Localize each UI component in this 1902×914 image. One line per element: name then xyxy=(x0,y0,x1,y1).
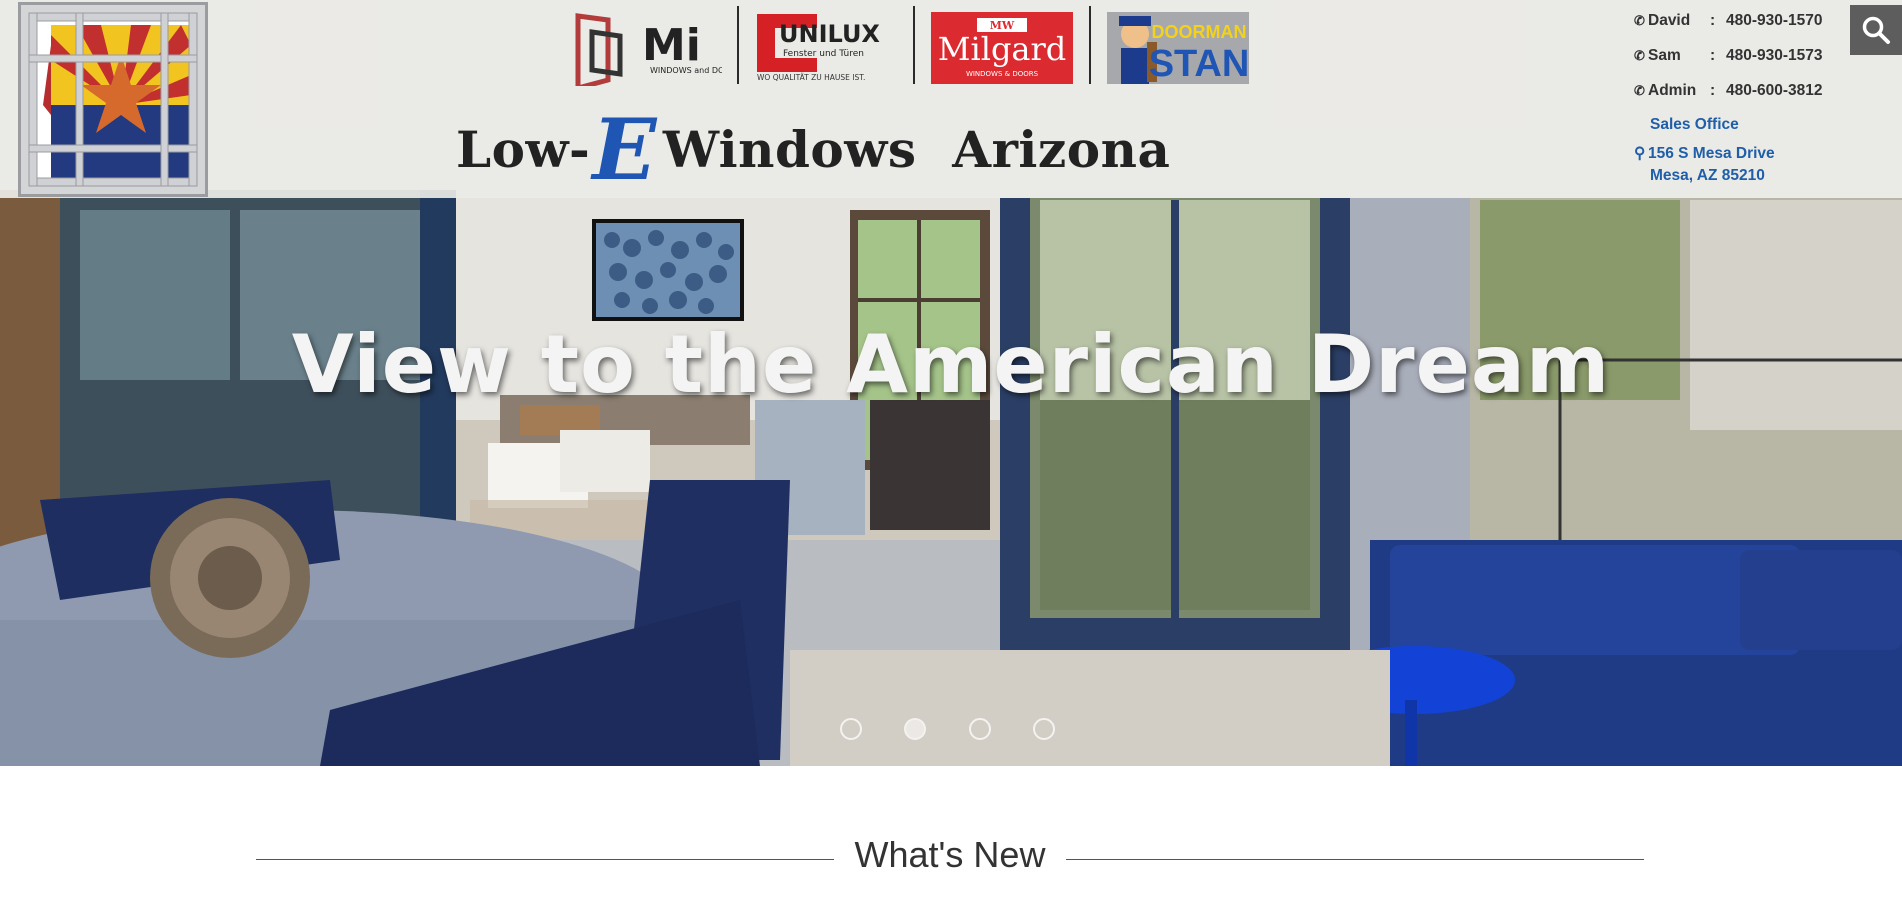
slider-dot-1[interactable] xyxy=(840,718,862,740)
office-address-line1[interactable]: ⚲ 156 S Mesa Drive xyxy=(1634,144,1775,163)
site-title-prefix: Low- xyxy=(456,119,591,179)
contact-colon: : xyxy=(1710,47,1716,64)
slider-dot-3[interactable] xyxy=(969,718,991,740)
contact-phone: 480-930-1570 xyxy=(1726,12,1823,29)
slider-pagination xyxy=(840,718,1060,742)
unilux-brand-name: UNILUX xyxy=(779,20,880,48)
contact-row[interactable]: ✆ Sam : 480-930-1573 xyxy=(1634,45,1874,67)
doorman-brand-name: STAN xyxy=(1149,43,1249,84)
hero-headline: View to the American Dream xyxy=(291,318,1611,411)
doorman-stan-logo[interactable]: DOORMAN STAN xyxy=(1107,12,1249,85)
site-title-suffix: Windows Arizona xyxy=(662,119,1171,179)
sales-office-label: Sales Office xyxy=(1650,116,1739,133)
whats-new-heading: What's New xyxy=(256,834,1644,884)
search-icon xyxy=(1862,16,1890,44)
address-street: 156 S Mesa Drive xyxy=(1648,145,1775,162)
doorman-brand-tagline: DOORMAN xyxy=(1152,22,1247,42)
map-marker-icon: ⚲ xyxy=(1634,145,1646,162)
contact-row[interactable]: ✆ Admin : 480-600-3812 xyxy=(1634,80,1874,102)
contact-name: Sam xyxy=(1648,47,1681,64)
contact-name: Admin xyxy=(1648,82,1697,99)
arizona-flag-icon xyxy=(28,12,198,187)
contact-colon: : xyxy=(1710,82,1716,99)
mi-windows-logo[interactable]: Mi WINDOWS and DOORS xyxy=(574,10,741,92)
site-title-e: E xyxy=(592,99,657,199)
contact-phone: 480-930-1573 xyxy=(1726,47,1823,64)
contact-name: David xyxy=(1648,12,1691,29)
contact-phone: 480-600-3812 xyxy=(1726,82,1823,99)
contact-row[interactable]: ✆ David : 480-930-1570 xyxy=(1634,10,1874,32)
whats-new-title: What's New xyxy=(854,834,1046,875)
mi-brand-tagline: WINDOWS and DOORS xyxy=(650,66,722,75)
office-address-line2[interactable]: Mesa, AZ 85210 xyxy=(1650,167,1765,185)
phone-icon: ✆ xyxy=(1634,48,1645,63)
site-header: Mi WINDOWS and DOORS UNILUX Fenster und … xyxy=(0,0,1902,199)
slider-dot-2[interactable] xyxy=(904,718,926,740)
contact-colon: : xyxy=(1710,12,1716,29)
phone-icon: ✆ xyxy=(1634,13,1645,28)
milgard-brand-name: Milgard xyxy=(938,30,1067,68)
milgard-brand-tagline: WINDOWS & DOORS xyxy=(966,70,1039,78)
mi-brand-name: Mi xyxy=(642,20,701,71)
unilux-logo[interactable]: UNILUX Fenster und Türen WO QUALITÄT ZU … xyxy=(755,12,899,82)
phone-icon: ✆ xyxy=(1634,83,1645,98)
search-button[interactable] xyxy=(1850,5,1902,55)
brand-divider xyxy=(1089,6,1091,84)
unilux-brand-subline: WO QUALITÄT ZU HAUSE IST. xyxy=(757,73,865,82)
unilux-brand-tagline: Fenster und Türen xyxy=(783,49,864,59)
brand-divider xyxy=(737,6,739,84)
heading-rule-right xyxy=(1066,859,1644,860)
brand-divider xyxy=(913,6,915,84)
arizona-window-logo[interactable] xyxy=(18,2,208,197)
slider-dot-4[interactable] xyxy=(1033,718,1055,740)
site-title[interactable]: Low- E Windows Arizona xyxy=(456,100,1170,199)
milgard-logo[interactable]: MW Milgard WINDOWS & DOORS xyxy=(931,12,1073,84)
